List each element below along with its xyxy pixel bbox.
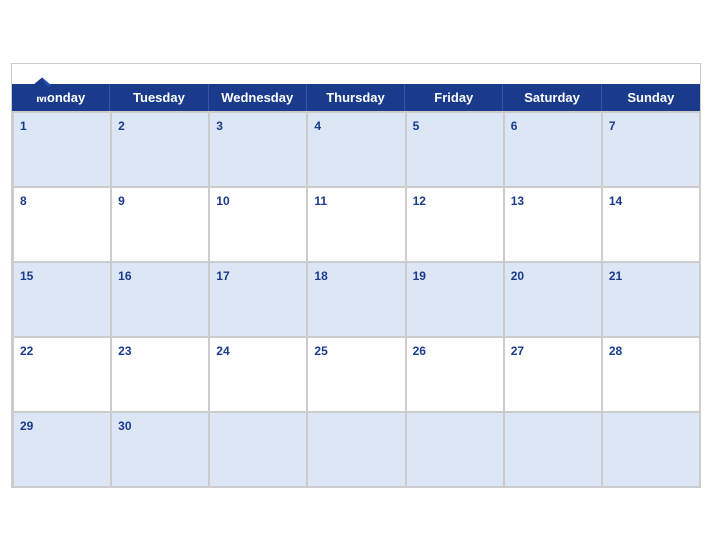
cell-date-number: 6 — [511, 119, 518, 133]
calendar-header — [12, 64, 700, 84]
calendar-cell: 18 — [307, 262, 405, 337]
logo-area — [28, 74, 60, 102]
calendar-cell — [504, 412, 602, 487]
calendar: Monday Tuesday Wednesday Thursday Friday… — [11, 63, 701, 488]
calendar-cell: 4 — [307, 112, 405, 187]
calendar-cell: 23 — [111, 337, 209, 412]
cell-date-number: 15 — [20, 269, 33, 283]
calendar-cell: 10 — [209, 187, 307, 262]
calendar-cell: 22 — [13, 337, 111, 412]
calendar-cell — [209, 412, 307, 487]
cell-date-number: 20 — [511, 269, 524, 283]
cell-date-number: 2 — [118, 119, 125, 133]
cell-date-number: 21 — [609, 269, 622, 283]
calendar-cell: 17 — [209, 262, 307, 337]
cell-date-number: 5 — [413, 119, 420, 133]
day-friday: Friday — [405, 84, 503, 111]
cell-date-number: 25 — [314, 344, 327, 358]
cell-date-number: 8 — [20, 194, 27, 208]
calendar-cell: 2 — [111, 112, 209, 187]
cell-date-number: 10 — [216, 194, 229, 208]
calendar-cell: 5 — [406, 112, 504, 187]
cell-date-number: 16 — [118, 269, 131, 283]
cell-date-number: 7 — [609, 119, 616, 133]
logo-icon — [28, 74, 56, 102]
cell-date-number: 12 — [413, 194, 426, 208]
calendar-cell: 29 — [13, 412, 111, 487]
cell-date-number: 13 — [511, 194, 524, 208]
calendar-cell: 11 — [307, 187, 405, 262]
cell-date-number: 18 — [314, 269, 327, 283]
cell-date-number: 26 — [413, 344, 426, 358]
cell-date-number: 29 — [20, 419, 33, 433]
calendar-cell: 7 — [602, 112, 700, 187]
cell-date-number: 27 — [511, 344, 524, 358]
cell-date-number: 3 — [216, 119, 223, 133]
cell-date-number: 9 — [118, 194, 125, 208]
calendar-cell: 24 — [209, 337, 307, 412]
day-saturday: Saturday — [503, 84, 601, 111]
calendar-cell: 12 — [406, 187, 504, 262]
day-sunday: Sunday — [602, 84, 700, 111]
calendar-cell: 16 — [111, 262, 209, 337]
cell-date-number: 4 — [314, 119, 321, 133]
calendar-cell: 3 — [209, 112, 307, 187]
calendar-cell: 26 — [406, 337, 504, 412]
calendar-cell: 8 — [13, 187, 111, 262]
calendar-cell: 19 — [406, 262, 504, 337]
cell-date-number: 14 — [609, 194, 622, 208]
calendar-cell: 1 — [13, 112, 111, 187]
cell-date-number: 23 — [118, 344, 131, 358]
calendar-cell: 28 — [602, 337, 700, 412]
calendar-cell: 14 — [602, 187, 700, 262]
calendar-cell — [307, 412, 405, 487]
calendar-cell: 6 — [504, 112, 602, 187]
cell-date-number: 22 — [20, 344, 33, 358]
day-tuesday: Tuesday — [110, 84, 208, 111]
calendar-cell: 20 — [504, 262, 602, 337]
day-headers: Monday Tuesday Wednesday Thursday Friday… — [12, 84, 700, 111]
cell-date-number: 1 — [20, 119, 27, 133]
day-thursday: Thursday — [307, 84, 405, 111]
day-monday: Monday — [12, 84, 110, 111]
calendar-cell — [602, 412, 700, 487]
calendar-grid: 1234567891011121314151617181920212223242… — [12, 111, 700, 487]
calendar-cell: 27 — [504, 337, 602, 412]
cell-date-number: 11 — [314, 194, 327, 208]
calendar-cell: 25 — [307, 337, 405, 412]
cell-date-number: 17 — [216, 269, 229, 283]
cell-date-number: 30 — [118, 419, 131, 433]
calendar-cell — [406, 412, 504, 487]
cell-date-number: 28 — [609, 344, 622, 358]
day-wednesday: Wednesday — [209, 84, 307, 111]
calendar-cell: 13 — [504, 187, 602, 262]
cell-date-number: 24 — [216, 344, 229, 358]
calendar-cell: 30 — [111, 412, 209, 487]
calendar-cell: 21 — [602, 262, 700, 337]
calendar-cell: 15 — [13, 262, 111, 337]
cell-date-number: 19 — [413, 269, 426, 283]
calendar-cell: 9 — [111, 187, 209, 262]
